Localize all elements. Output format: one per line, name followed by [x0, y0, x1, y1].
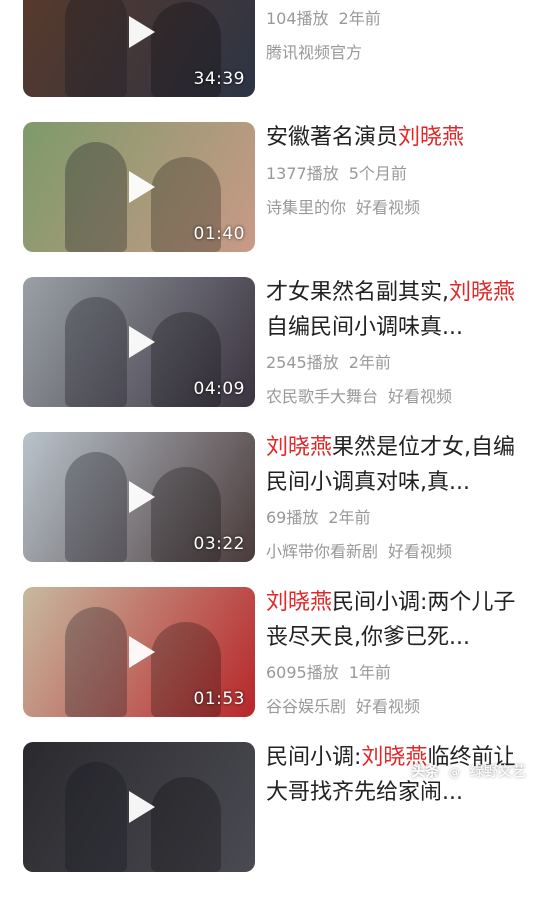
video-source: 小辉带你看新剧 好看视频 [266, 538, 452, 562]
thumbnail-scene [150, 777, 221, 872]
video-thumbnail[interactable]: 01:40 [23, 122, 255, 252]
video-list-item[interactable]: 01:40 安徽著名演员刘晓燕 1377播放 5个月前 诗集里的你 好看视频 [0, 122, 540, 277]
watermark-name: 绿野文艺 [470, 764, 526, 780]
video-duration: 01:40 [193, 224, 245, 244]
title-text: 自编民间小调味真... [266, 315, 463, 340]
author-name[interactable]: 谷谷娱乐剧 [266, 697, 346, 716]
author-name[interactable]: 腾讯视频官方 [266, 43, 362, 62]
title-highlight: 刘晓燕 [266, 435, 333, 460]
video-list-item[interactable]: 04:09 才女果然名副其实,刘晓燕自编民间小调味真... 2545播放 2年前农民歌… [0, 277, 540, 432]
video-stats: 2545播放 2年前 [266, 349, 391, 373]
play-icon[interactable] [129, 636, 155, 668]
author-name[interactable]: 农民歌手大舞台 [266, 387, 378, 406]
title-text: 民间小调: [266, 745, 362, 770]
source-platform: 好看视频 [388, 542, 453, 561]
title-highlight: 刘晓燕 [266, 590, 333, 615]
publish-age: 2年前 [328, 508, 371, 527]
author-name[interactable]: 小辉带你看新剧 [266, 542, 378, 561]
video-source: 腾讯视频官方 [266, 39, 362, 63]
video-duration: 04:09 [193, 379, 245, 399]
source-platform: 好看视频 [356, 697, 421, 716]
source-platform: 好看视频 [356, 198, 421, 217]
publish-age: 2年前 [348, 353, 391, 372]
publish-age: 5个月前 [348, 164, 407, 183]
play-icon[interactable] [129, 16, 155, 48]
view-count: 69播放 [266, 508, 319, 527]
play-icon[interactable] [129, 481, 155, 513]
video-stats: 1377播放 5个月前 [266, 160, 407, 184]
publish-age: 2年前 [338, 9, 381, 28]
publish-age: 1年前 [348, 663, 391, 682]
watermark-at-icon: @ [445, 764, 464, 782]
video-source: 诗集里的你 好看视频 [266, 194, 420, 218]
view-count: 104播放 [266, 9, 329, 28]
title-highlight: 刘晓燕 [398, 125, 465, 150]
video-list-item[interactable]: 03:22 刘晓燕果然是位才女,自编民间小调真对味,真... 69播放 2年前小辉带你… [0, 432, 540, 587]
view-count: 1377播放 [266, 164, 339, 183]
thumbnail-scene [64, 607, 127, 717]
title-text: 安徽著名演员 [266, 125, 399, 150]
video-thumbnail[interactable]: 01:53 [23, 587, 255, 717]
video-thumbnail[interactable] [23, 742, 255, 872]
source-platform: 好看视频 [388, 387, 453, 406]
view-count: 6095播放 [266, 663, 339, 682]
video-stats: 6095播放 1年前 [266, 659, 391, 683]
video-title[interactable]: 刘晓燕果然是位才女,自编民间小调真对味,真... [266, 430, 524, 500]
video-thumbnail[interactable]: 04:09 [23, 277, 255, 407]
video-list-item[interactable]: 34:39集104播放2年前腾讯视频官方 [0, 0, 540, 122]
video-duration: 34:39 [193, 69, 245, 89]
play-icon[interactable] [129, 326, 155, 358]
thumbnail-scene [64, 762, 127, 872]
video-title[interactable]: 安徽著名演员刘晓燕 [266, 120, 524, 155]
thumbnail-scene [64, 452, 127, 562]
watermark-head: 头条 [411, 764, 440, 780]
video-stats: 104播放 2年前 [266, 5, 381, 29]
video-thumbnail[interactable]: 03:22 [23, 432, 255, 562]
thumbnail-scene [64, 0, 127, 97]
video-list-item[interactable]: 01:53 刘晓燕民间小调:两个儿子丧尽天良,你爹已死... 6095播放 1年前 谷谷… [0, 587, 540, 742]
title-text: 才女果然名副其实, [266, 280, 449, 305]
video-title[interactable]: 才女果然名副其实,刘晓燕自编民间小调味真... [266, 275, 524, 345]
thumbnail-scene [64, 142, 127, 252]
video-duration: 03:22 [193, 534, 245, 554]
video-stats: 69播放 2年前 [266, 504, 371, 528]
author-name[interactable]: 诗集里的你 [266, 198, 346, 217]
thumbnail-scene [64, 297, 127, 407]
play-icon[interactable] [129, 171, 155, 203]
video-source: 谷谷娱乐剧 好看视频 [266, 693, 420, 717]
video-duration: 01:53 [193, 689, 245, 709]
watermark: 头条 @ 绿野文艺 [411, 761, 526, 782]
video-title[interactable]: 刘晓燕民间小调:两个儿子丧尽天良,你爹已死... [266, 585, 524, 655]
video-thumbnail[interactable]: 34:39 [23, 0, 255, 97]
play-icon[interactable] [129, 791, 155, 823]
title-highlight: 刘晓燕 [449, 280, 516, 305]
video-source: 农民歌手大舞台 好看视频 [266, 383, 452, 407]
view-count: 2545播放 [266, 353, 339, 372]
